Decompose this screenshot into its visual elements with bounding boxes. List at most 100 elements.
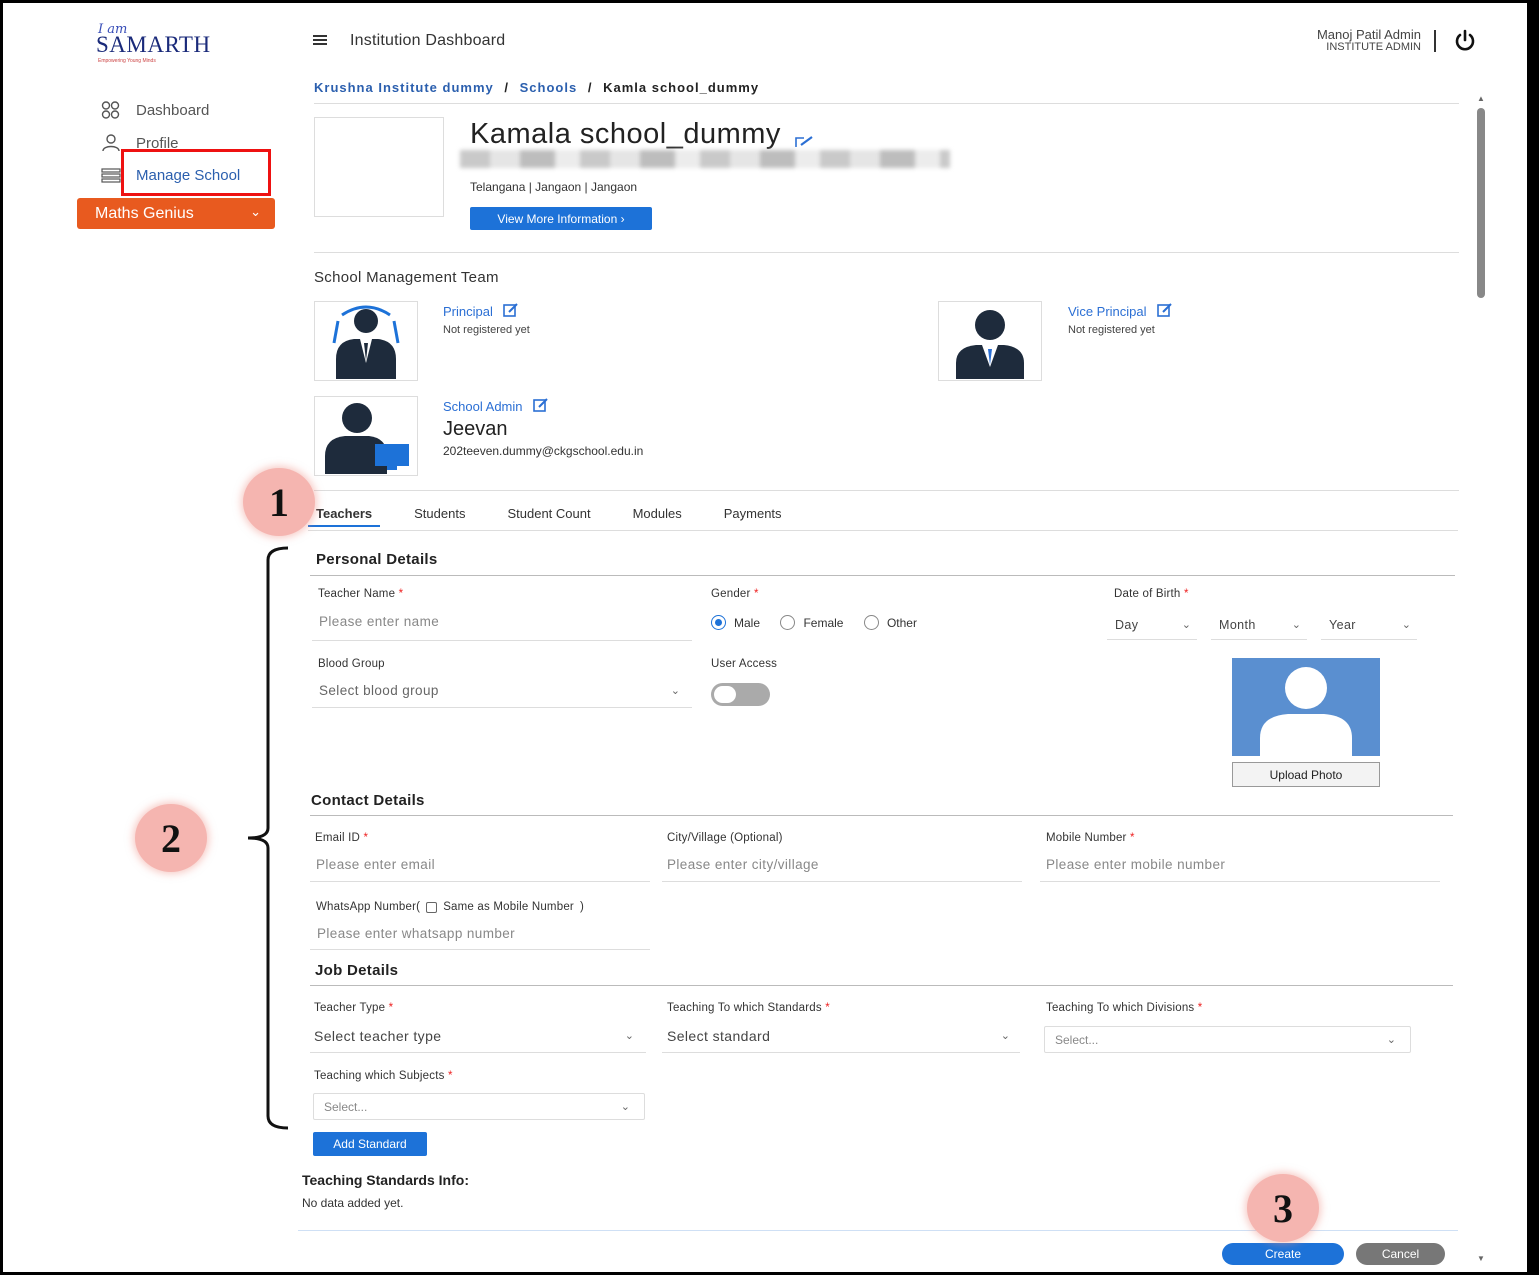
scroll-down-icon[interactable]: ▼ (1477, 1254, 1485, 1263)
edit-icon[interactable] (532, 398, 549, 415)
edit-icon[interactable] (1156, 303, 1173, 320)
principal-icon (332, 305, 400, 379)
teacher-name-input[interactable]: Please enter name (319, 614, 689, 629)
job-details-heading: Job Details (315, 962, 399, 979)
blood-group-label: Blood Group (318, 658, 385, 670)
create-button[interactable]: Create (1222, 1243, 1344, 1265)
school-admin-title: School Admin (443, 399, 523, 414)
tab-bar: Teachers Students Student Count Modules … (308, 502, 790, 527)
annotation-badge-1: 1 (243, 468, 315, 536)
tab-teachers[interactable]: Teachers (308, 502, 381, 527)
contact-details-heading: Contact Details (311, 792, 425, 809)
page-title: Institution Dashboard (350, 32, 506, 49)
dob-year-value: Year (1329, 618, 1356, 632)
label-text: Mobile Number (1046, 832, 1127, 844)
input-underline (662, 881, 1022, 882)
label-text: WhatsApp Number( (316, 901, 421, 913)
user-access-toggle[interactable] (711, 683, 770, 706)
mobile-input[interactable]: Please enter mobile number (1046, 857, 1436, 872)
label-text: Date of Birth (1114, 588, 1181, 600)
principal-link[interactable]: Principal (443, 303, 519, 320)
gender-male-label: Male (734, 615, 761, 630)
cancel-button[interactable]: Cancel (1356, 1243, 1445, 1265)
mobile-label: Mobile Number * (1046, 832, 1135, 844)
required-marker: * (447, 1070, 453, 1082)
label-text: Teaching To which Divisions (1046, 1002, 1195, 1014)
hamburger-menu-icon[interactable] (313, 33, 327, 51)
dashboard-icon (100, 101, 122, 119)
scroll-up-icon[interactable]: ▲ (1477, 94, 1485, 103)
edit-icon[interactable] (503, 303, 519, 320)
divisions-value: Select... (1055, 1032, 1099, 1047)
principal-status: Not registered yet (443, 324, 530, 336)
chevron-down-icon: ⌄ (1401, 619, 1411, 631)
required-marker: * (1129, 832, 1135, 844)
personal-details-heading: Personal Details (316, 551, 438, 568)
standards-select[interactable]: Select standard ⌄ (662, 1025, 1020, 1053)
power-icon[interactable] (1453, 29, 1477, 59)
chevron-down-icon: ⌄ (1181, 619, 1191, 631)
gender-female-label: Female (803, 615, 844, 630)
standards-value: Select standard (667, 1028, 771, 1044)
required-marker: * (1197, 1002, 1203, 1014)
email-label: Email ID * (315, 832, 368, 844)
divider (308, 530, 1458, 531)
vice-principal-status: Not registered yet (1068, 324, 1155, 336)
photo-placeholder (1232, 658, 1380, 756)
school-admin-link[interactable]: School Admin (443, 398, 549, 415)
chevron-down-icon: ⌄ (670, 685, 680, 697)
required-marker: * (388, 1002, 394, 1014)
required-marker: * (825, 1002, 830, 1014)
school-logo-placeholder (314, 117, 444, 217)
dob-month-value: Month (1219, 618, 1256, 632)
required-marker: * (1183, 588, 1189, 600)
add-standard-button[interactable]: Add Standard (313, 1132, 427, 1156)
dob-day-select[interactable]: Day ⌄ (1107, 612, 1197, 640)
standards-label: Teaching To which Standards * (667, 1002, 830, 1014)
whatsapp-input[interactable]: Please enter whatsapp number (317, 926, 647, 941)
city-input[interactable]: Please enter city/village (667, 857, 1017, 872)
dob-month-select[interactable]: Month ⌄ (1211, 612, 1307, 640)
tab-payments[interactable]: Payments (716, 502, 790, 527)
module-dropdown-button[interactable]: Maths Genius ⌄ (77, 198, 275, 229)
redacted-info (460, 150, 950, 168)
dob-year-select[interactable]: Year ⌄ (1321, 612, 1417, 640)
email-input[interactable]: Please enter email (316, 857, 646, 872)
vice-principal-link[interactable]: Vice Principal (1068, 303, 1173, 320)
divider (310, 575, 1455, 576)
gender-male-radio[interactable] (711, 615, 726, 631)
breadcrumb-institute[interactable]: Krushna Institute dummy (314, 80, 494, 95)
samarth-logo[interactable]: I am SAMARTH Empowering Young Minds (92, 22, 242, 68)
input-underline (312, 640, 692, 641)
scrollbar-thumb[interactable] (1477, 108, 1485, 298)
logo-name: SAMARTH (96, 32, 211, 57)
gender-other-radio[interactable] (863, 615, 879, 631)
principal-title: Principal (443, 304, 493, 319)
view-more-info-button[interactable]: View More Information › (470, 207, 652, 230)
input-underline (310, 949, 650, 950)
tab-modules[interactable]: Modules (625, 502, 690, 527)
breadcrumb-schools[interactable]: Schools (520, 80, 578, 95)
management-heading: School Management Team (314, 269, 499, 286)
gender-label: Gender * (711, 588, 759, 600)
divisions-select[interactable]: Select... ⌄ (1044, 1026, 1411, 1053)
teacher-type-select[interactable]: Select teacher type ⌄ (310, 1025, 646, 1053)
subjects-select[interactable]: Select... ⌄ (313, 1093, 645, 1120)
subjects-label: Teaching which Subjects * (314, 1070, 453, 1082)
tab-students[interactable]: Students (406, 502, 473, 527)
tab-student-count[interactable]: Student Count (499, 502, 598, 527)
vice-principal-icon (956, 310, 1024, 379)
dob-day-value: Day (1115, 618, 1139, 632)
principal-avatar (314, 301, 418, 381)
sidebar-item-dashboard[interactable]: Dashboard (100, 98, 209, 122)
gender-female-radio[interactable] (780, 615, 796, 631)
user-info[interactable]: Manoj Patil Admin INSTITUTE ADMIN (1317, 28, 1421, 53)
annotation-badge-3: 3 (1247, 1174, 1319, 1242)
same-as-mobile-checkbox[interactable] (426, 901, 438, 913)
upload-photo-button[interactable]: Upload Photo (1232, 762, 1380, 787)
breadcrumb: Krushna Institute dummy / Schools / Kaml… (314, 80, 759, 95)
label-text: Teaching To which Standards (667, 1002, 822, 1014)
school-admin-avatar (314, 396, 418, 476)
blood-group-select[interactable]: Select blood group ⌄ (312, 680, 692, 708)
chevron-down-icon: ⌄ (1291, 619, 1301, 631)
